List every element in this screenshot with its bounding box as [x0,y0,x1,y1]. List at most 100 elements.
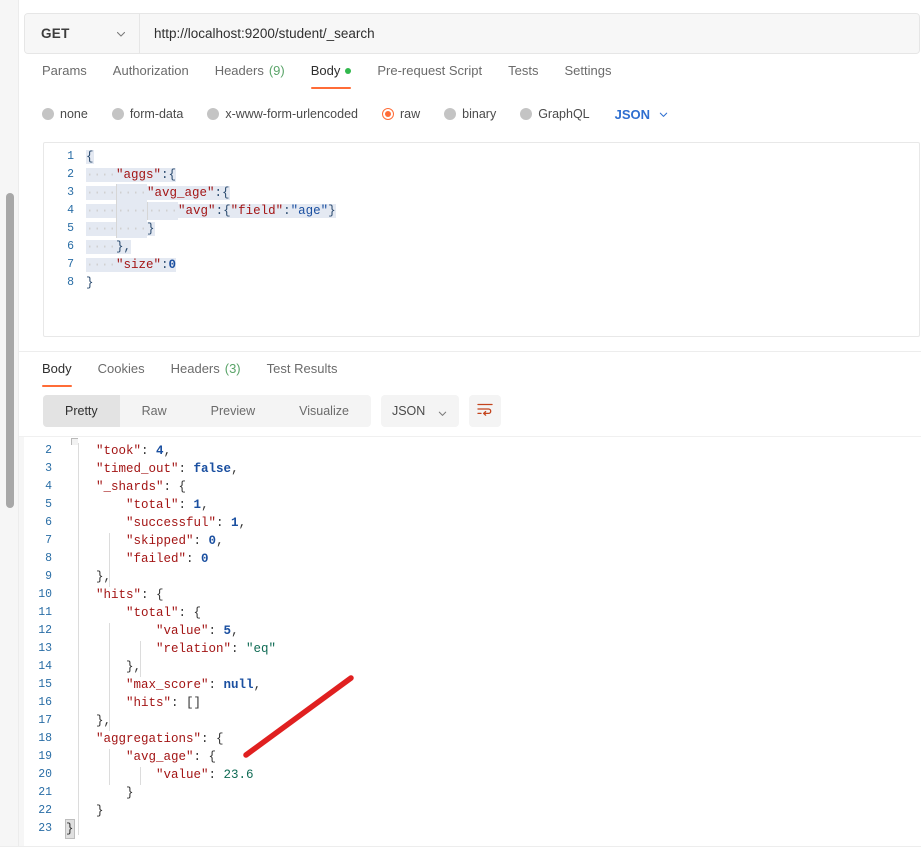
line-number: 11 [38,606,52,619]
line-number: 22 [38,804,52,817]
response-line: 17 }, [19,712,921,730]
response-line: 7 "skipped": 0, [19,532,921,550]
view-mode-pretty-label: Pretty [65,404,98,418]
tab-pre-request-script[interactable]: Pre-request Script [364,62,495,92]
line-number: 15 [38,678,52,691]
body-type-raw[interactable]: raw [382,107,431,121]
body-type-urlencoded-label: x-www-form-urlencoded [225,107,358,121]
view-mode-preview[interactable]: Preview [189,395,277,427]
tab-body-label: Body [310,63,341,78]
response-tab-cookies-label: Cookies [97,361,145,376]
response-tab-cookies[interactable]: Cookies [85,360,158,390]
response-line: 4 "_shards": { [19,478,921,496]
tab-headers[interactable]: Headers (9) [202,62,298,92]
line-number: 20 [38,768,52,781]
response-tabs: Body Cookies Headers (3) Test Results [24,360,350,390]
code-line: 1 { [44,148,919,166]
view-mode-raw[interactable]: Raw [120,395,189,427]
tab-params[interactable]: Params [24,62,100,92]
tab-tests-label: Tests [508,63,539,78]
response-line: 22 } [19,802,921,820]
response-line: 8 "failed": 0 [19,550,921,568]
view-mode-pretty[interactable]: Pretty [43,395,120,427]
page-scrollbar[interactable] [0,0,19,860]
request-format-select[interactable]: JSON [615,107,669,122]
view-mode-visualize[interactable]: Visualize [277,395,371,427]
response-line: 23 } [19,819,921,839]
body-type-form-data[interactable]: form-data [111,107,195,121]
response-line: 9 }, [19,568,921,586]
response-line: 14 }, [19,658,921,676]
response-line: 13 "relation": "eq" [19,640,921,658]
wrap-text-button[interactable] [468,395,501,427]
line-number: 3 [67,186,74,199]
response-tab-headers[interactable]: Headers (3) [158,360,254,390]
response-line: 12 "value": 5, [19,622,921,640]
body-type-graphql[interactable]: GraphQL [520,107,600,121]
tab-authorization-label: Authorization [112,63,189,78]
tab-settings[interactable]: Settings [551,62,624,92]
hits-total-value: 5 [223,624,232,638]
line-number: 7 [45,534,52,547]
response-toolbar: Pretty Raw Preview Visualize JSON [43,394,501,428]
line-number: 9 [45,570,52,583]
response-line: 16 "hits": [] [19,694,921,712]
code-line: 2 ····"aggs":{ [44,166,919,184]
chevron-down-icon [437,406,448,417]
body-type-raw-label: raw [400,107,421,121]
response-took-value: 4 [156,444,164,458]
body-type-binary-label: binary [462,107,497,121]
tab-authorization[interactable]: Authorization [100,62,202,92]
code-line: 8 } [44,274,919,292]
response-line: 11 "total": { [19,604,921,622]
line-number: 14 [38,660,52,673]
code-line: 3 ········"avg_age":{ [44,184,919,202]
line-number: 16 [38,696,52,709]
response-tab-test-results[interactable]: Test Results [254,360,351,390]
body-type-binary[interactable]: binary [444,107,507,121]
radio-selected-icon [382,108,394,120]
line-number: 8 [45,552,52,565]
response-line: 21 } [19,784,921,802]
code-line: 6 ····}, [44,238,919,256]
response-view-mode-group: Pretty Raw Preview Visualize [43,395,371,427]
body-type-row: none form-data x-www-form-urlencoded raw… [24,101,669,127]
line-number: 1 [67,150,74,163]
body-type-none-label: none [60,107,88,121]
tab-body[interactable]: Body [298,62,365,92]
line-number: 3 [45,462,52,475]
radio-icon [111,108,124,120]
response-tab-test-results-label: Test Results [266,361,338,376]
matching-brace-highlight: } [65,819,75,839]
line-number: 4 [45,480,52,493]
response-code-lines: 2 "took": 4, 3 "timed_out": false, 4 "_s… [19,437,921,839]
request-code-lines: 1 { 2 ····"aggs":{ 3 ········"avg_age":{… [44,143,919,292]
request-body-editor[interactable]: 1 { 2 ····"aggs":{ 3 ········"avg_age":{… [43,142,920,337]
tab-tests[interactable]: Tests [495,62,551,92]
page-scrollbar-thumb[interactable] [6,193,14,508]
url-input[interactable]: http://localhost:9200/student/_search [140,14,919,53]
code-line: 5 ········} [44,220,919,238]
body-type-urlencoded[interactable]: x-www-form-urlencoded [207,107,369,121]
response-format-select[interactable]: JSON [380,395,459,427]
line-number: 8 [67,276,74,289]
request-format-label: JSON [614,106,651,122]
view-mode-preview-label: Preview [210,404,256,418]
response-line: 20 "value": 23.6 [19,766,921,784]
response-line: 6 "successful": 1, [19,514,921,532]
body-type-none[interactable]: none [42,107,99,121]
line-number: 2 [67,168,74,181]
body-modified-dot-icon [345,68,352,74]
response-tab-body[interactable]: Body [24,360,85,390]
response-line: 3 "timed_out": false, [19,460,921,478]
response-line: 2 "took": 4, [19,442,921,460]
tab-headers-label: Headers [214,63,264,78]
line-number: 5 [67,222,74,235]
response-line: 18 "aggregations": { [19,730,921,748]
line-number: 12 [38,624,52,637]
response-body-viewer[interactable]: 2 "took": 4, 3 "timed_out": false, 4 "_s… [19,436,921,846]
bottom-strip [0,846,921,860]
http-method-label: GET [41,26,70,41]
http-method-select[interactable]: GET [25,14,140,53]
body-type-graphql-label: GraphQL [538,107,590,121]
